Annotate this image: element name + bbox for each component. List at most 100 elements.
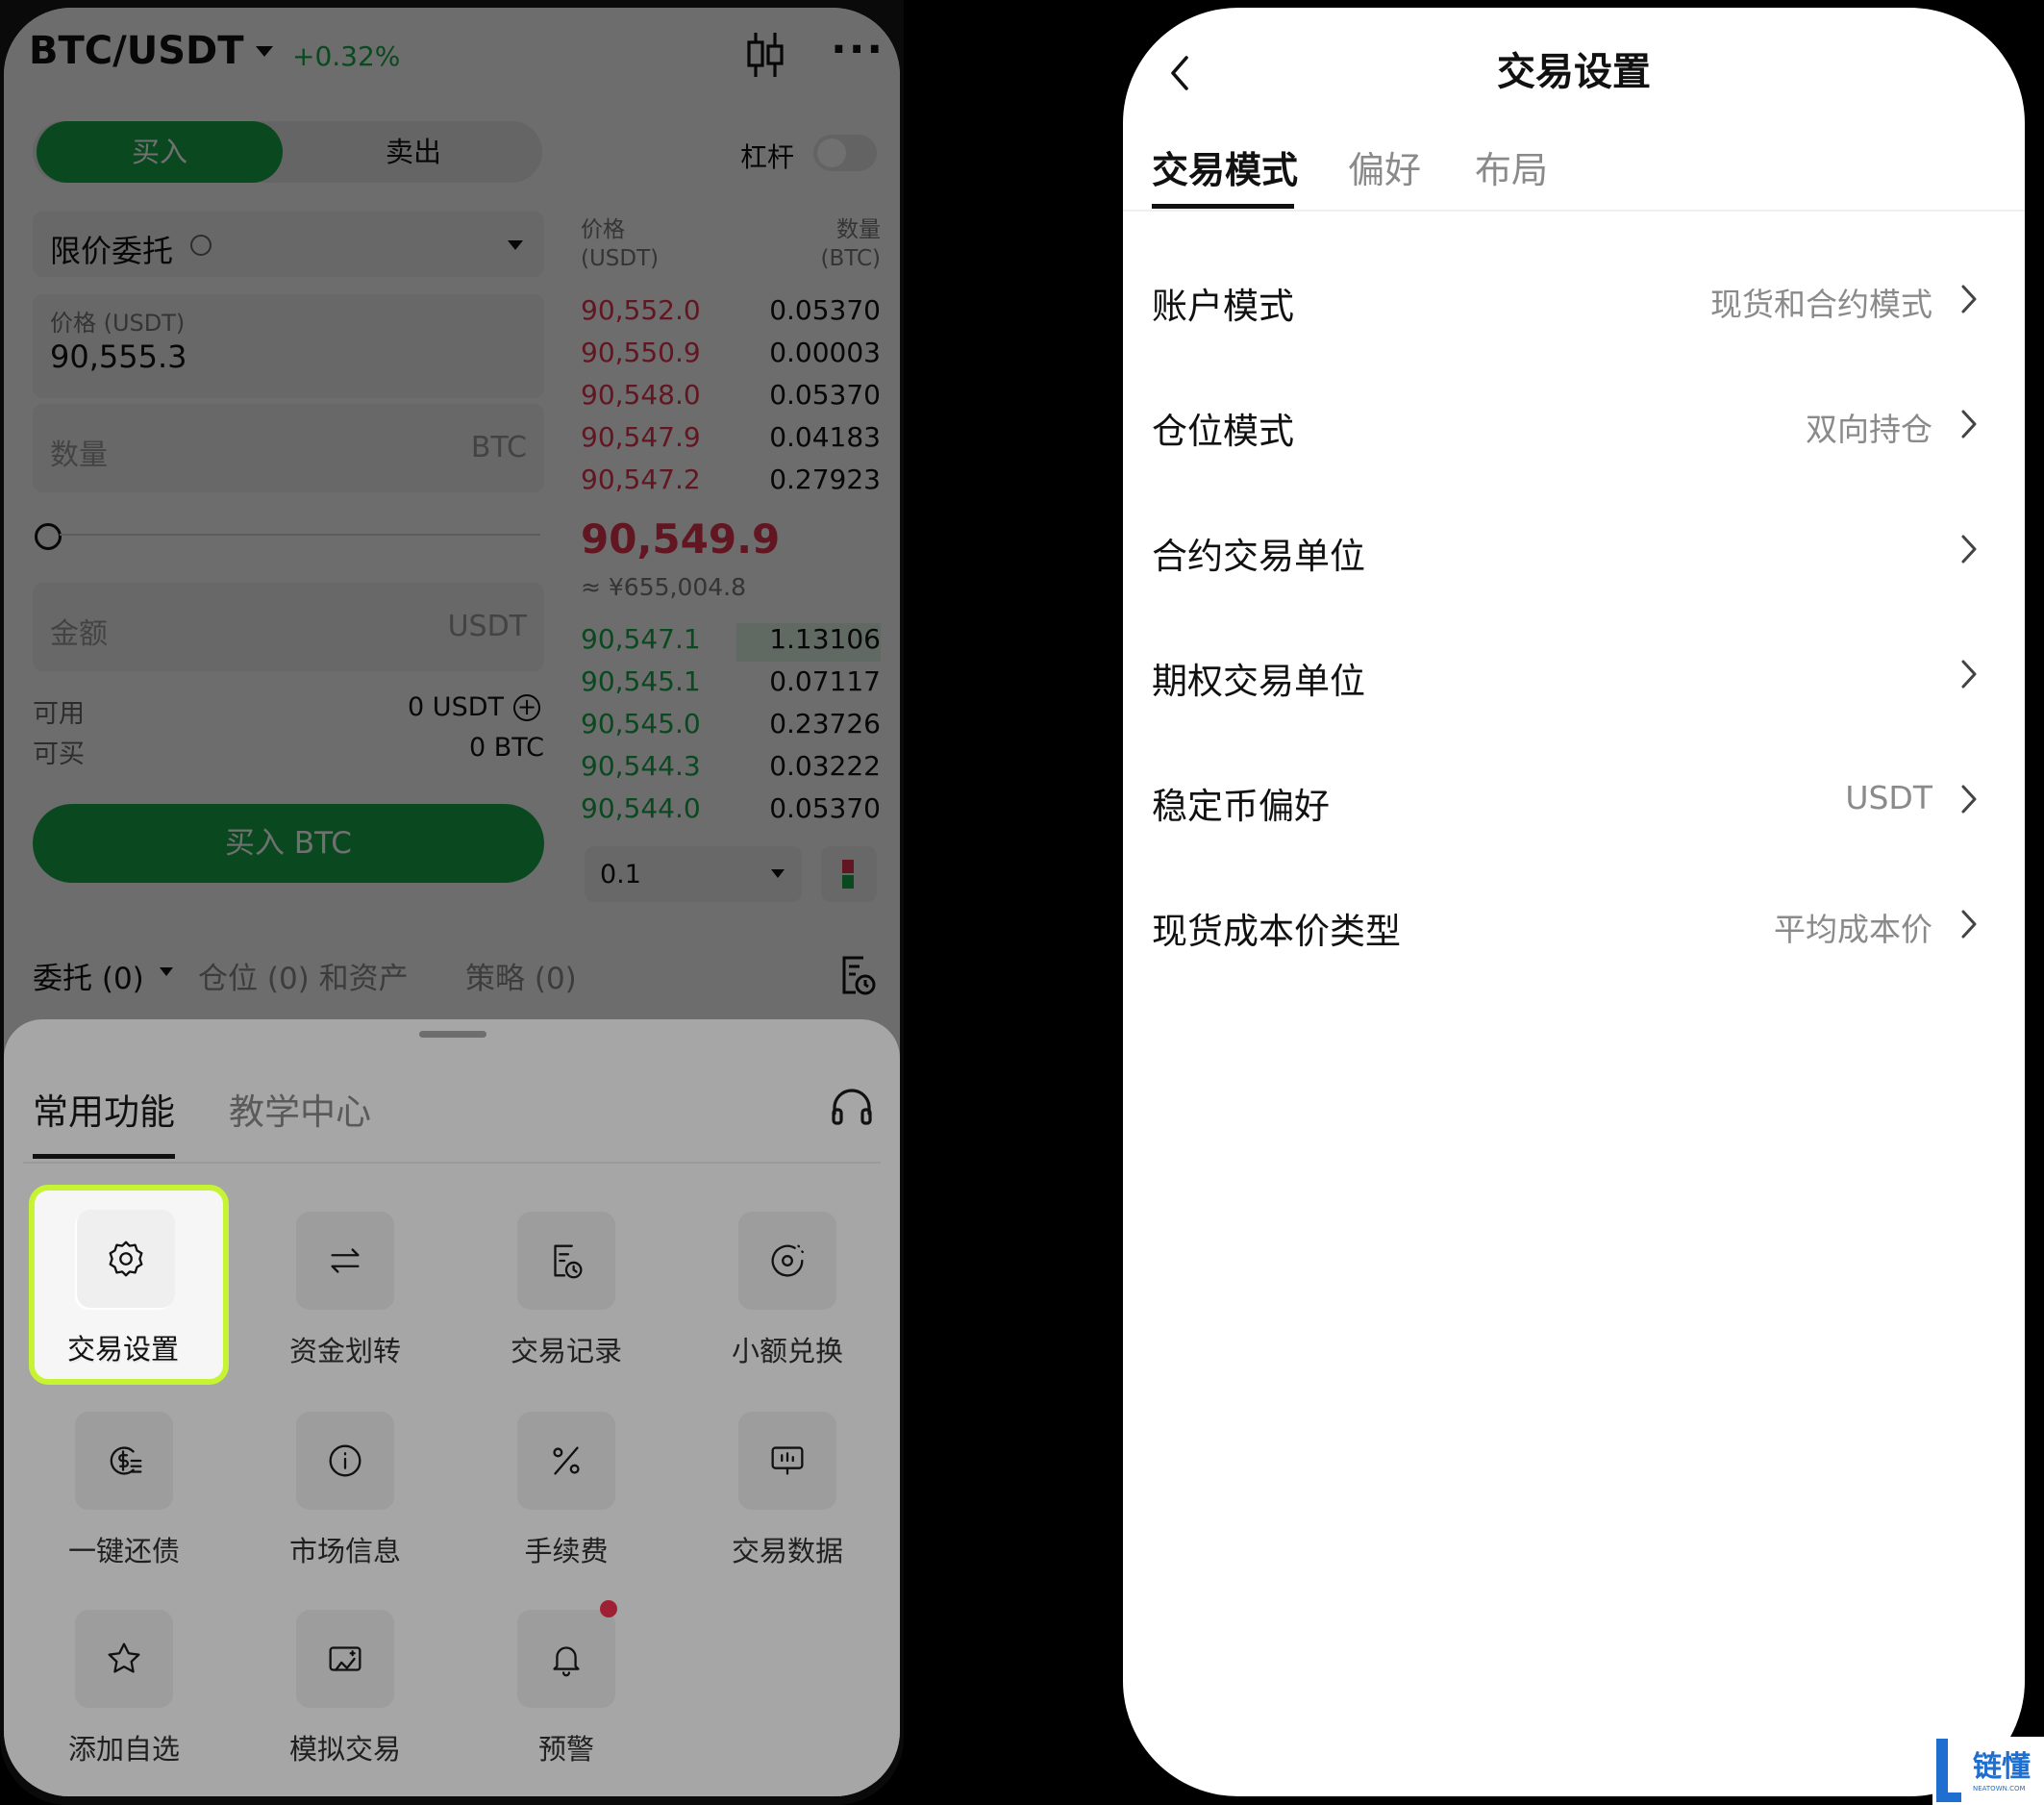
bid-price: 90,544.0 xyxy=(581,792,701,824)
leverage-toggle[interactable] xyxy=(813,135,877,171)
setting-row-stablecoin[interactable]: 稳定币偏好 USDT xyxy=(1152,735,1988,860)
ask-row[interactable]: 90,547.2 0.27923 xyxy=(581,464,881,506)
more-icon[interactable]: ··· xyxy=(831,29,885,71)
setting-row-contract-unit[interactable]: 合约交易单位 xyxy=(1152,485,1988,610)
highlight-trade-settings[interactable]: 交易设置 xyxy=(29,1185,229,1385)
slider-track[interactable] xyxy=(60,534,540,536)
setting-label: 稳定币偏好 xyxy=(1152,786,1330,827)
small-convert-item[interactable]: 小额兑换 xyxy=(679,1212,896,1394)
ask-qty: 0.05370 xyxy=(769,294,881,326)
buy-tab[interactable]: 买入 xyxy=(37,121,283,183)
tab-preferences[interactable]: 偏好 xyxy=(1348,140,1421,193)
buy-btc-button[interactable]: 买入 BTC xyxy=(33,804,544,883)
left-phone: BTC/USDT +0.32% ··· 买入 卖出 杠杆 限价委托 价格 (US… xyxy=(0,0,904,1805)
depth-step-select[interactable]: 0.1 xyxy=(585,846,802,902)
star-icon xyxy=(75,1610,173,1708)
pair-title[interactable]: BTC/USDT xyxy=(29,29,244,73)
amount-input[interactable]: 金额 USDT xyxy=(33,583,544,671)
ask-price: 90,548.0 xyxy=(581,379,701,411)
item-label: 模拟交易 xyxy=(288,1733,401,1766)
alert-item[interactable]: 预警 xyxy=(458,1600,675,1792)
price-input[interactable]: 价格 (USDT) 90,555.3 xyxy=(33,294,544,398)
ask-qty: 0.00003 xyxy=(769,337,881,368)
available-label: 可用 xyxy=(33,699,85,729)
gear-icon xyxy=(77,1210,175,1308)
chevron-right-icon xyxy=(1961,785,1977,814)
last-price-cny: ≈ ¥655,004.8 xyxy=(581,573,747,601)
ask-row[interactable]: 90,552.0 0.05370 xyxy=(581,294,881,337)
ask-row[interactable]: 90,548.0 0.05370 xyxy=(581,379,881,421)
quantity-input[interactable]: 数量 BTC xyxy=(33,404,544,492)
tab-strategy[interactable]: 策略 (0) xyxy=(465,954,577,997)
trade-data-item[interactable]: 交易数据 xyxy=(679,1412,896,1594)
setting-label: 账户模式 xyxy=(1152,286,1294,327)
bid-qty: 0.23726 xyxy=(769,708,881,740)
page-title: 交易设置 xyxy=(1497,50,1651,94)
bid-row[interactable]: 90,544.0 0.05370 xyxy=(581,792,881,835)
ask-qty: 0.04183 xyxy=(769,421,881,453)
ask-price: 90,552.0 xyxy=(581,294,701,326)
slider-handle[interactable] xyxy=(35,523,62,550)
item-label: 交易数据 xyxy=(731,1535,843,1567)
bid-row[interactable]: 90,547.1 1.13106 xyxy=(581,623,881,665)
ask-row[interactable]: 90,547.9 0.04183 xyxy=(581,421,881,464)
setting-row-cost-price-type[interactable]: 现货成本价类型 平均成本价 xyxy=(1152,860,1988,985)
bid-row[interactable]: 90,545.0 0.23726 xyxy=(581,708,881,750)
setting-label: 仓位模式 xyxy=(1152,411,1294,452)
setting-row-position-mode[interactable]: 仓位模式 双向持仓 xyxy=(1152,360,1988,485)
last-price[interactable]: 90,549.9 xyxy=(581,515,780,563)
setting-row-account-mode[interactable]: 账户模式 现货和合约模式 xyxy=(1152,235,1988,360)
chevron-right-icon xyxy=(1961,285,1977,313)
tab-divider xyxy=(23,1162,881,1164)
pair-dropdown-icon[interactable] xyxy=(256,46,273,57)
tab-learning-center[interactable]: 教学中心 xyxy=(229,1083,371,1135)
add-funds-icon[interactable]: + xyxy=(513,694,540,721)
item-label: 添加自选 xyxy=(67,1733,180,1766)
bid-price: 90,545.1 xyxy=(581,665,701,697)
price-input-value: 90,555.3 xyxy=(50,338,187,375)
add-watchlist-item[interactable]: 添加自选 xyxy=(15,1610,233,1792)
tab-trade-mode[interactable]: 交易模式 xyxy=(1152,140,1298,193)
setting-value: 平均成本价 xyxy=(1774,911,1932,948)
setting-value: 双向持仓 xyxy=(1806,411,1932,448)
tab-orders[interactable]: 委托 (0) xyxy=(33,954,144,997)
bid-row[interactable]: 90,544.3 0.03222 xyxy=(581,750,881,792)
sheet-drag-handle[interactable] xyxy=(419,1031,486,1038)
trade-panel: BTC/USDT +0.32% ··· 买入 卖出 杠杆 限价委托 价格 (US… xyxy=(4,8,900,1019)
one-click-repay-item[interactable]: 一键还债 xyxy=(15,1412,233,1594)
sell-tab[interactable]: 卖出 xyxy=(288,121,538,183)
bid-qty: 0.07117 xyxy=(769,665,881,697)
info-circle-icon[interactable] xyxy=(190,235,212,256)
bid-qty: 1.13106 xyxy=(769,623,881,655)
bid-price: 90,545.0 xyxy=(581,708,701,740)
market-info-item[interactable]: 市场信息 xyxy=(237,1412,454,1594)
chevron-down-icon[interactable] xyxy=(160,967,173,976)
ask-row[interactable]: 90,550.9 0.00003 xyxy=(581,337,881,379)
bid-row[interactable]: 90,545.1 0.07117 xyxy=(581,665,881,708)
item-label: 手续费 xyxy=(524,1535,609,1567)
price-change: +0.32% xyxy=(292,40,401,72)
fees-item[interactable]: 手续费 xyxy=(458,1412,675,1594)
fund-transfer-item[interactable]: 资金划转 xyxy=(237,1212,454,1394)
item-label: 预警 xyxy=(537,1733,594,1766)
bell-icon xyxy=(517,1610,615,1708)
ask-price: 90,547.2 xyxy=(581,464,701,495)
ask-price: 90,550.9 xyxy=(581,337,701,368)
active-tab-indicator xyxy=(1152,204,1294,209)
demo-trading-item[interactable]: 模拟交易 xyxy=(237,1610,454,1792)
orderbook-layout-icon[interactable] xyxy=(821,846,877,902)
depth-step-value: 0.1 xyxy=(600,860,641,890)
setting-row-option-unit[interactable]: 期权交易单位 xyxy=(1152,610,1988,735)
chevron-right-icon xyxy=(1961,410,1977,439)
tab-positions[interactable]: 仓位 (0) 和资产 xyxy=(198,954,409,997)
order-type-select[interactable]: 限价委托 xyxy=(33,212,544,277)
candlestick-icon[interactable] xyxy=(744,31,786,83)
tab-layout[interactable]: 布局 xyxy=(1475,140,1548,193)
notification-dot xyxy=(600,1600,617,1617)
order-history-icon[interactable] xyxy=(838,954,877,1000)
tab-common-functions[interactable]: 常用功能 xyxy=(33,1083,175,1135)
trade-records-item[interactable]: 交易记录 xyxy=(458,1212,675,1394)
headset-icon[interactable] xyxy=(829,1085,875,1135)
price-input-label: 价格 (USDT) xyxy=(50,310,186,337)
function-sheet: 常用功能 教学中心 交易设置 资金划转 xyxy=(4,1019,900,1796)
